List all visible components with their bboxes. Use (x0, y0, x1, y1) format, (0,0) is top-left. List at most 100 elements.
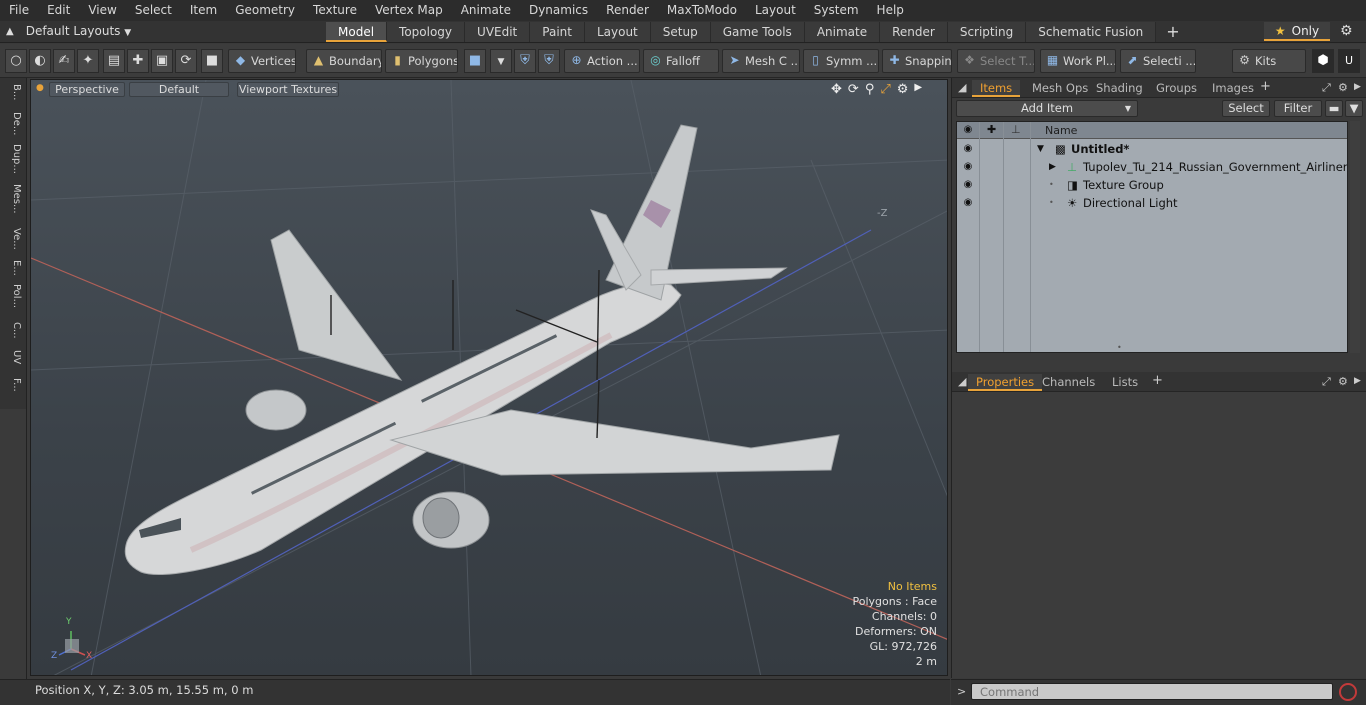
menu-maxtomodo[interactable]: MaxToModo (658, 0, 746, 21)
gear-icon[interactable]: ⚙ (1340, 23, 1353, 39)
maximize-panel-icon[interactable]: ⤢ (1322, 375, 1331, 389)
left-tab-mesh-edit[interactable]: Mes... (4, 184, 22, 214)
tab-game-tools[interactable]: Game Tools (710, 22, 805, 42)
panel-menu-icon[interactable]: ◢ (958, 375, 966, 388)
menu-item[interactable]: Item (181, 0, 226, 21)
filter-funnel-icon[interactable]: ▼ (1345, 100, 1363, 117)
pen-icon[interactable]: ✍ (53, 49, 75, 73)
resize-handle[interactable]: • (1117, 343, 1122, 352)
action-center-button[interactable]: ⊕ Action ... (564, 49, 640, 73)
menu-file[interactable]: File (0, 0, 38, 21)
visibility-eye-icon[interactable]: ◉ (961, 140, 975, 158)
item-list-scrollbar[interactable] (1350, 121, 1360, 353)
item-row-mesh[interactable]: ◉ ▶ ⊥ Tupolev_Tu_214_Russian_Government_… (957, 158, 1347, 176)
menu-render[interactable]: Render (597, 0, 658, 21)
item-row-untitled[interactable]: ◉ ▼ ▩ Untitled* (957, 140, 1347, 158)
viewport-gear-icon[interactable]: ⚙ (897, 82, 909, 97)
tab-render[interactable]: Render (880, 22, 948, 42)
tab-shading[interactable]: Shading (1088, 80, 1151, 97)
item-row-texture-group[interactable]: ◉ • ◨ Texture Group (957, 176, 1347, 194)
vertices-button[interactable]: ◆ Vertices (228, 49, 296, 73)
visibility-eye-icon[interactable]: ◉ (961, 194, 975, 212)
tab-mesh-ops[interactable]: Mesh Ops (1024, 80, 1096, 97)
falloff-button[interactable]: ◎ Falloff (643, 49, 719, 73)
chevron-down-icon[interactable]: ▼ (490, 49, 512, 73)
record-macro-icon[interactable] (1339, 683, 1357, 701)
tab-paint[interactable]: Paint (530, 22, 585, 42)
boundary-button[interactable]: ▲ Boundary (306, 49, 382, 73)
menu-edit[interactable]: Edit (38, 0, 79, 21)
perspective-dropdown[interactable]: Perspective (49, 82, 125, 97)
default-layouts-dropdown[interactable]: Default Layouts ▼ (26, 24, 131, 38)
left-tab-uv[interactable]: UV (4, 350, 22, 364)
menu-select[interactable]: Select (126, 0, 181, 21)
menu-geometry[interactable]: Geometry (226, 0, 304, 21)
add-tab-plus-icon[interactable]: + (1152, 373, 1163, 388)
expand-arrow-icon[interactable]: ▶ (1049, 158, 1056, 176)
viewport-textures-dropdown[interactable]: Viewport Textures (237, 82, 339, 97)
unreal-icon[interactable]: U (1338, 49, 1360, 73)
symmetry-shield-icon[interactable]: ⛨ (514, 49, 536, 73)
kits-button[interactable]: ⚙ Kits (1232, 49, 1306, 73)
viewport-menu-dot-icon[interactable]: ● (36, 83, 44, 93)
pan-move-icon[interactable]: ✥ (831, 82, 842, 97)
globe-icon[interactable]: ◐ (29, 49, 51, 73)
add-tab-plus-icon[interactable]: + (1156, 22, 1189, 42)
panel-arrow-icon[interactable]: ▶ (1354, 82, 1361, 92)
cube-icon[interactable]: ■ (201, 49, 223, 73)
selection-sets-button[interactable]: ⬈ Selecti ... (1120, 49, 1196, 73)
command-input[interactable] (971, 683, 1333, 700)
tab-model[interactable]: Model (326, 22, 388, 42)
shield-icon[interactable]: ⛨ (538, 49, 560, 73)
only-toggle[interactable]: ★ Only (1264, 22, 1330, 41)
visibility-eye-icon[interactable]: ◉ (961, 158, 975, 176)
rotate-icon[interactable]: ⟳ (175, 49, 197, 73)
panel-menu-icon[interactable]: ◢ (958, 81, 966, 94)
tab-channels[interactable]: Channels (1034, 374, 1103, 391)
select-through-button[interactable]: ❖ Select T... (957, 49, 1035, 73)
tab-topology[interactable]: Topology (387, 22, 466, 42)
left-tab-polygon[interactable]: Pol... (4, 284, 22, 308)
left-tab-curve[interactable]: C... (4, 322, 22, 339)
zoom-search-icon[interactable]: ⚲ (865, 82, 875, 97)
panel-gear-icon[interactable]: ⚙ (1338, 81, 1348, 94)
circle-select-icon[interactable]: ○ (5, 49, 27, 73)
panel-gear-icon[interactable]: ⚙ (1338, 375, 1348, 388)
menu-system[interactable]: System (805, 0, 868, 21)
select-button[interactable]: Select (1222, 100, 1270, 117)
left-tab-duplicate[interactable]: Dup... (4, 144, 22, 174)
menu-dynamics[interactable]: Dynamics (520, 0, 597, 21)
square-target-icon[interactable]: ▣ (151, 49, 173, 73)
layout-menu-icon[interactable]: ▲ (6, 26, 14, 37)
menu-view[interactable]: View (79, 0, 125, 21)
brush-icon[interactable]: ✦ (77, 49, 99, 73)
polygons-button[interactable]: ▮ Polygons (385, 49, 458, 73)
tab-groups[interactable]: Groups (1148, 80, 1205, 97)
play-arrow-icon[interactable]: ▶ (914, 82, 922, 97)
tab-lists[interactable]: Lists (1104, 374, 1146, 391)
collapse-icon[interactable]: ▬ (1325, 100, 1343, 117)
unity-icon[interactable]: ⬢ (1312, 49, 1334, 73)
maximize-icon[interactable]: ⤢ (880, 82, 890, 97)
left-tab-deform[interactable]: De... (4, 112, 22, 135)
tab-layout[interactable]: Layout (584, 22, 651, 42)
left-tab-basic[interactable]: B... (4, 84, 22, 100)
left-tab-vertex[interactable]: Ve... (4, 228, 22, 250)
3d-viewport[interactable]: -Z ● Perspective Default Viewport Textur… (30, 79, 948, 676)
tab-setup[interactable]: Setup (650, 22, 711, 42)
add-item-dropdown[interactable]: Add Item ▼ (956, 100, 1138, 117)
orbit-rotate-icon[interactable]: ⟳ (848, 82, 859, 97)
left-tab-fusion[interactable]: F... (4, 378, 22, 392)
tab-images[interactable]: Images (1204, 80, 1262, 97)
symmetry-button[interactable]: ▯ Symm ... (803, 49, 879, 73)
snapping-button[interactable]: ✚ Snapping (882, 49, 952, 73)
tab-items[interactable]: Items (972, 80, 1021, 97)
crosshair-icon[interactable]: ✚ (127, 49, 149, 73)
panel-arrow-icon[interactable]: ▶ (1354, 376, 1361, 386)
mesh-constraint-button[interactable]: ➤ Mesh C ... (722, 49, 800, 73)
shading-dropdown[interactable]: Default (129, 82, 229, 97)
item-row-directional-light[interactable]: ◉ • ☀ Directional Light (957, 194, 1347, 212)
maximize-panel-icon[interactable]: ⤢ (1322, 81, 1331, 95)
tab-uvedit[interactable]: UVEdit (465, 22, 531, 42)
work-plane-button[interactable]: ▦ Work Pl... (1040, 49, 1116, 73)
